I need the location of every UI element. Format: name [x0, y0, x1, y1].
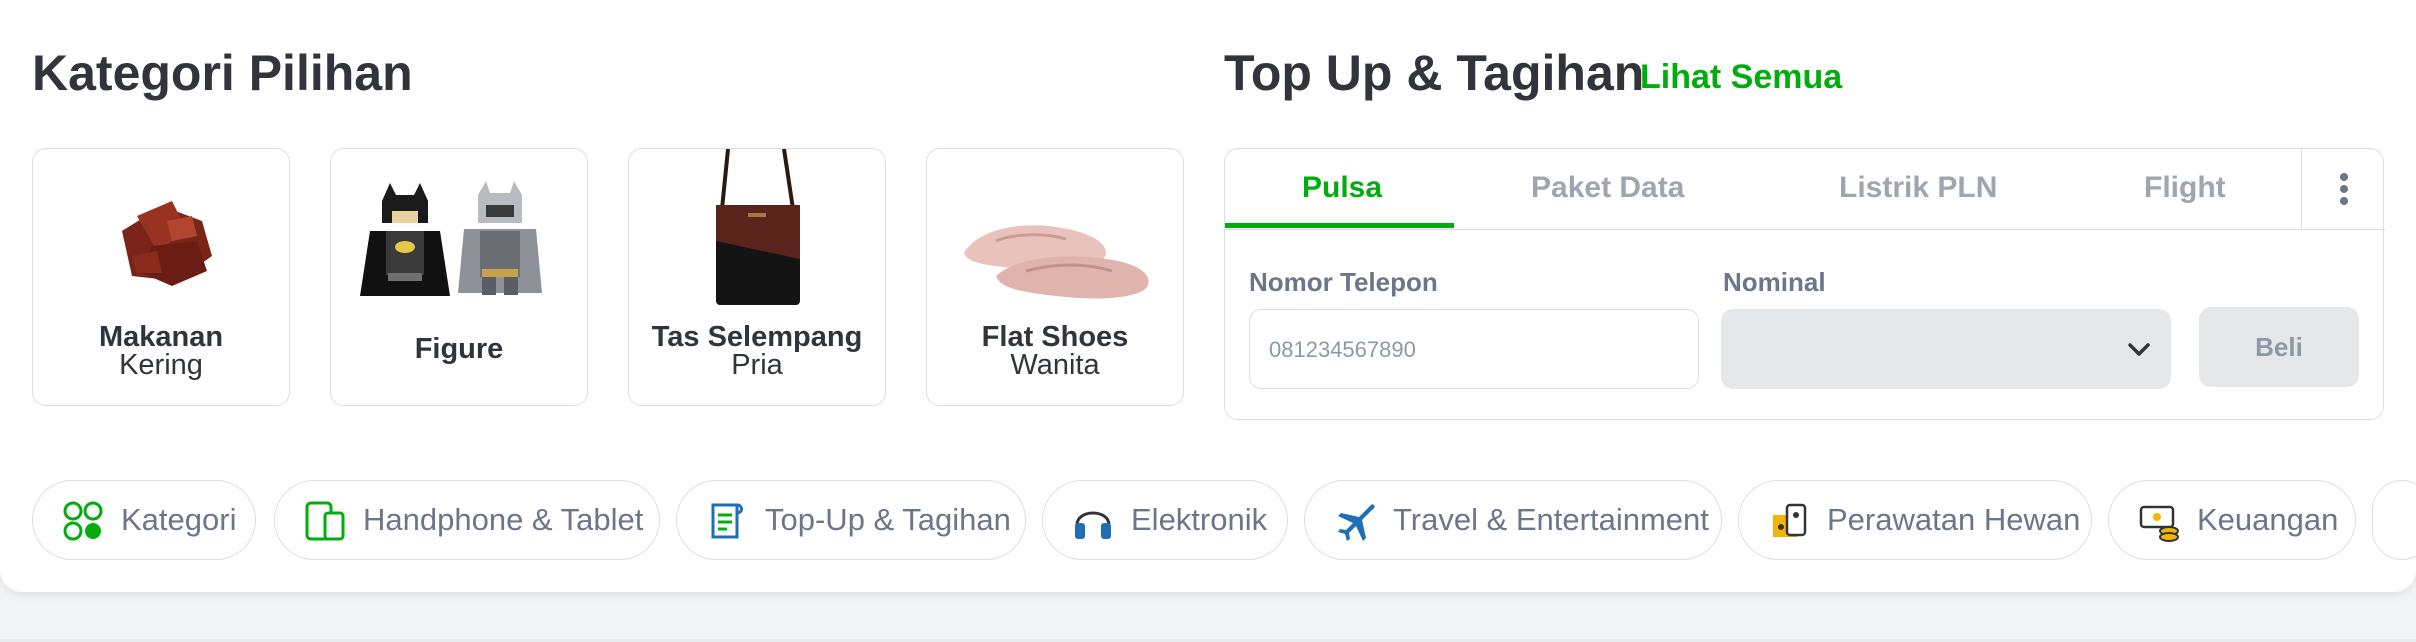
tile-label-bold: Flat Shoes [981, 321, 1129, 353]
more-options-button[interactable] [2301, 149, 2386, 229]
nominal-label: Nominal [1723, 267, 1826, 297]
headphones-icon [1075, 511, 1111, 539]
chip-label: Handphone & Tablet [363, 502, 644, 537]
airplane-icon [1338, 504, 1375, 541]
chip-label: Travel & Entertainment [1393, 502, 1709, 537]
kebab-dot-icon [2340, 197, 2348, 205]
flat-shoes-image [964, 225, 1149, 299]
category-tile-tas-selempang[interactable]: Tas Selempang Pria [628, 148, 886, 406]
chip-label: Kategori [121, 502, 237, 537]
chip-keuangan[interactable]: Keuangan [2108, 480, 2356, 560]
chip-topup-tagihan[interactable]: Top-Up & Tagihan [676, 480, 1026, 560]
phone-number-field[interactable] [1249, 309, 1699, 389]
tab-flight[interactable]: Flight [2144, 171, 2226, 205]
tile-label-bold: Figure [414, 333, 504, 365]
topup-widget: Pulsa Paket Data Listrik PLN Flight Nomo… [1224, 148, 2385, 420]
chip-label: Perawatan Hewan [1827, 502, 2081, 537]
buy-button[interactable]: Beli [2199, 307, 2359, 387]
kebab-dot-icon [2340, 185, 2348, 193]
tile-label-bold: Makanan [98, 321, 224, 353]
chip-label: Keuangan [2197, 502, 2339, 537]
active-tab-indicator [1225, 223, 1454, 228]
chip-elektronik[interactable]: Elektronik [1042, 480, 1288, 560]
chip-kategori[interactable]: Kategori [32, 480, 256, 560]
money-coins-icon [2139, 505, 2179, 542]
category-tile-flat-shoes[interactable]: Flat Shoes Wanita [926, 148, 1184, 406]
chip-handphone-tablet[interactable]: Handphone & Tablet [274, 480, 660, 560]
category-tile-makanan-kering[interactable]: Makanan Kering [32, 148, 290, 406]
tab-listrik-pln[interactable]: Listrik PLN [1839, 171, 1997, 205]
kategori-title: Kategori Pilihan [32, 45, 413, 101]
chevron-down-icon [2128, 343, 2150, 356]
tab-pulsa[interactable]: Pulsa [1302, 171, 1382, 205]
tab-paket-data[interactable]: Paket Data [1531, 171, 1684, 205]
nominal-select[interactable] [1721, 309, 2171, 389]
tile-label-sub: Pria [731, 349, 783, 381]
grid-categories-icon [63, 501, 103, 541]
chip-partial-next[interactable] [2372, 480, 2416, 560]
phone-tablet-icon [305, 501, 345, 541]
pet-care-icon [1773, 503, 1807, 537]
see-all-link[interactable]: Lihat Semua [1640, 58, 1842, 97]
tile-label-bold: Tas Selempang [651, 321, 863, 353]
chip-travel-entertainment[interactable]: Travel & Entertainment [1304, 480, 1722, 560]
chip-perawatan-hewan[interactable]: Perawatan Hewan [1738, 480, 2092, 560]
kebab-dot-icon [2340, 173, 2348, 181]
category-tile-figure[interactable]: Figure [330, 148, 588, 406]
tile-label-sub: Kering [119, 349, 203, 381]
phone-label: Nomor Telepon [1249, 267, 1438, 297]
dried-meat-image [122, 201, 212, 286]
topup-tabs: Pulsa Paket Data Listrik PLN Flight [1225, 149, 2385, 230]
shoulder-bag-image [716, 149, 800, 305]
chip-label: Elektronik [1131, 502, 1268, 537]
lego-figure-image [360, 181, 542, 296]
chip-label: Top-Up & Tagihan [765, 502, 1011, 537]
tile-label-sub: Wanita [1010, 349, 1100, 381]
bill-receipt-icon [711, 503, 743, 539]
topup-title: Top Up & Tagihan [1224, 45, 1645, 101]
phone-number-input[interactable] [1267, 332, 1671, 368]
main-card: Kategori Pilihan Makanan Kering Figure T… [0, 0, 2416, 592]
